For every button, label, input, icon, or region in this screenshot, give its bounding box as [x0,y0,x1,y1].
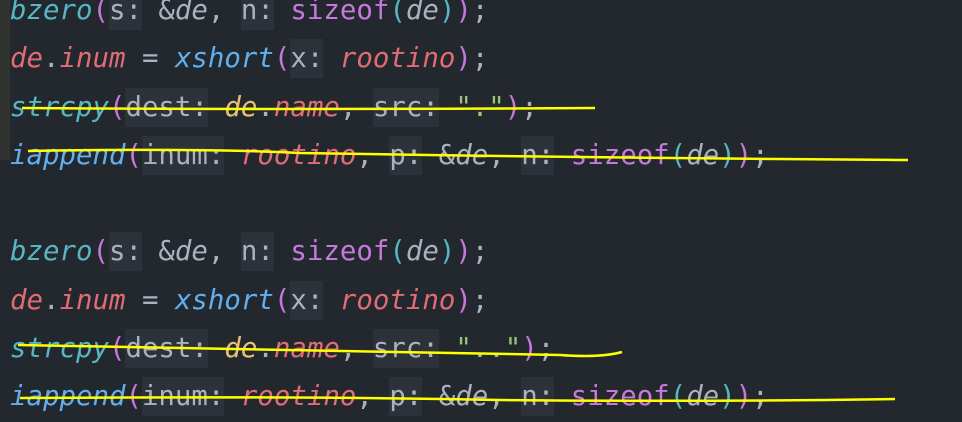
underline-strcpy-dot [21,106,596,111]
underline-iappend-2 [19,396,896,403]
hand-drawn-annotations [17,106,909,403]
underline-iappend-1 [27,148,909,162]
underline-strcpy-dotdot [17,343,623,358]
